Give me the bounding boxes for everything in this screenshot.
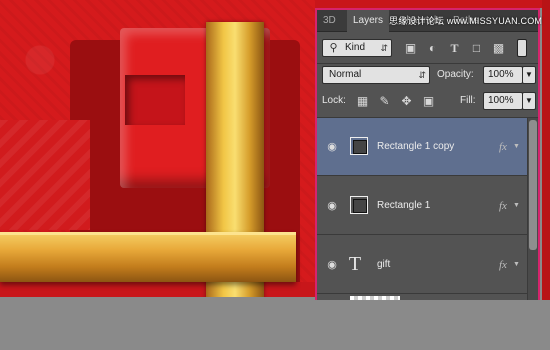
- chevron-down-icon: ▼: [525, 70, 533, 79]
- kind-filter-dropdown[interactable]: ⚲ Kind ⇵: [322, 39, 392, 57]
- opacity-label: Opacity:: [437, 69, 474, 80]
- fill-dropdown-button[interactable]: ▼: [522, 92, 536, 110]
- chevron-down-icon[interactable]: ▼: [513, 258, 520, 272]
- ribbon-highlight: [0, 232, 296, 235]
- fx-icon[interactable]: fx: [499, 197, 507, 215]
- lock-image-pixels-icon[interactable]: ✎: [377, 94, 392, 109]
- damask-pattern: [0, 120, 90, 230]
- tab-layers[interactable]: Layers: [347, 10, 390, 32]
- fill-input[interactable]: 100%: [483, 92, 523, 110]
- up-down-arrows-icon: ⇵: [380, 43, 388, 53]
- filter-row: ⚲ Kind ⇵ ▣ ◐ T □ ▩: [317, 38, 538, 60]
- eye-icon[interactable]: ◉: [325, 258, 339, 272]
- document-canvas[interactable]: [0, 0, 315, 297]
- red-lower-area: [0, 282, 315, 297]
- red-frame-inner-cut: [125, 75, 185, 125]
- kind-filter-label: Kind: [345, 42, 366, 53]
- fill-value: 100%: [488, 95, 514, 106]
- eye-icon[interactable]: ◉: [325, 140, 339, 154]
- search-icon: ⚲: [329, 42, 338, 54]
- adjustment-filter-icon[interactable]: ◐: [425, 41, 440, 56]
- type-layer-icon: T: [348, 253, 362, 275]
- fx-icon[interactable]: fx: [499, 256, 507, 274]
- up-down-arrows-icon: ⇵: [418, 70, 426, 80]
- opacity-dropdown-button[interactable]: ▼: [522, 66, 536, 84]
- fx-icon[interactable]: fx: [499, 138, 507, 156]
- tab-3d[interactable]: 3D: [317, 10, 342, 32]
- chevron-down-icon[interactable]: ▼: [513, 199, 520, 213]
- lock-label: Lock:: [322, 95, 346, 106]
- watermark: 思缘设计论坛 www.MISSYUAN.COM: [389, 16, 543, 26]
- gold-ribbon-horizontal: [0, 232, 296, 282]
- chevron-down-icon: ▼: [525, 96, 533, 105]
- shape-thumbnail-icon: [350, 196, 368, 214]
- layers-scrollbar[interactable]: [527, 118, 538, 302]
- shape-filter-icon[interactable]: □: [469, 41, 484, 56]
- layer-row[interactable]: ◉ T gift fx ▼: [317, 236, 527, 294]
- blend-mode-dropdown[interactable]: Normal ⇵: [322, 66, 430, 84]
- type-filter-icon[interactable]: T: [447, 41, 462, 56]
- layer-row[interactable]: ◉ Rectangle 1 fx ▼: [317, 177, 527, 235]
- filter-toggle-icon[interactable]: [517, 39, 527, 57]
- opacity-input[interactable]: 100%: [483, 66, 523, 84]
- divider: [317, 63, 538, 64]
- canvas-top-strip: [315, 0, 550, 8]
- layers-panel: 3D Layers Channels Paths 思缘设计论坛 www.MISS…: [315, 8, 542, 302]
- opacity-value: 100%: [488, 69, 514, 80]
- lock-row: Lock: ▦ ✎ ✥ ▣ Fill: 100% ▼: [317, 92, 538, 114]
- layer-row[interactable]: ◉ Rectangle 1 copy fx ▼: [317, 118, 527, 176]
- lock-all-icon[interactable]: ▣: [421, 94, 436, 109]
- eye-icon[interactable]: ◉: [325, 199, 339, 213]
- canvas-right-strip: [542, 0, 550, 300]
- image-filter-icon[interactable]: ▣: [403, 41, 418, 56]
- panel-tabs: 3D Layers Channels Paths 思缘设计论坛 www.MISS…: [317, 10, 542, 32]
- fill-label: Fill:: [460, 95, 476, 106]
- lock-position-icon[interactable]: ✥: [399, 94, 414, 109]
- blend-mode-value: Normal: [329, 69, 362, 80]
- scrollbar-thumb[interactable]: [529, 120, 537, 250]
- layer-name: gift: [377, 259, 391, 270]
- workspace-background: [0, 300, 550, 350]
- layer-name: Rectangle 1 copy: [377, 141, 455, 152]
- shape-thumbnail-icon: [350, 137, 368, 155]
- smart-object-filter-icon[interactable]: ▩: [491, 41, 506, 56]
- lock-transparent-pixels-icon[interactable]: ▦: [355, 94, 370, 109]
- layer-name: Rectangle 1: [377, 200, 431, 211]
- blend-row: Normal ⇵ Opacity: 100% ▼: [317, 66, 538, 88]
- chevron-down-icon[interactable]: ▼: [513, 140, 520, 154]
